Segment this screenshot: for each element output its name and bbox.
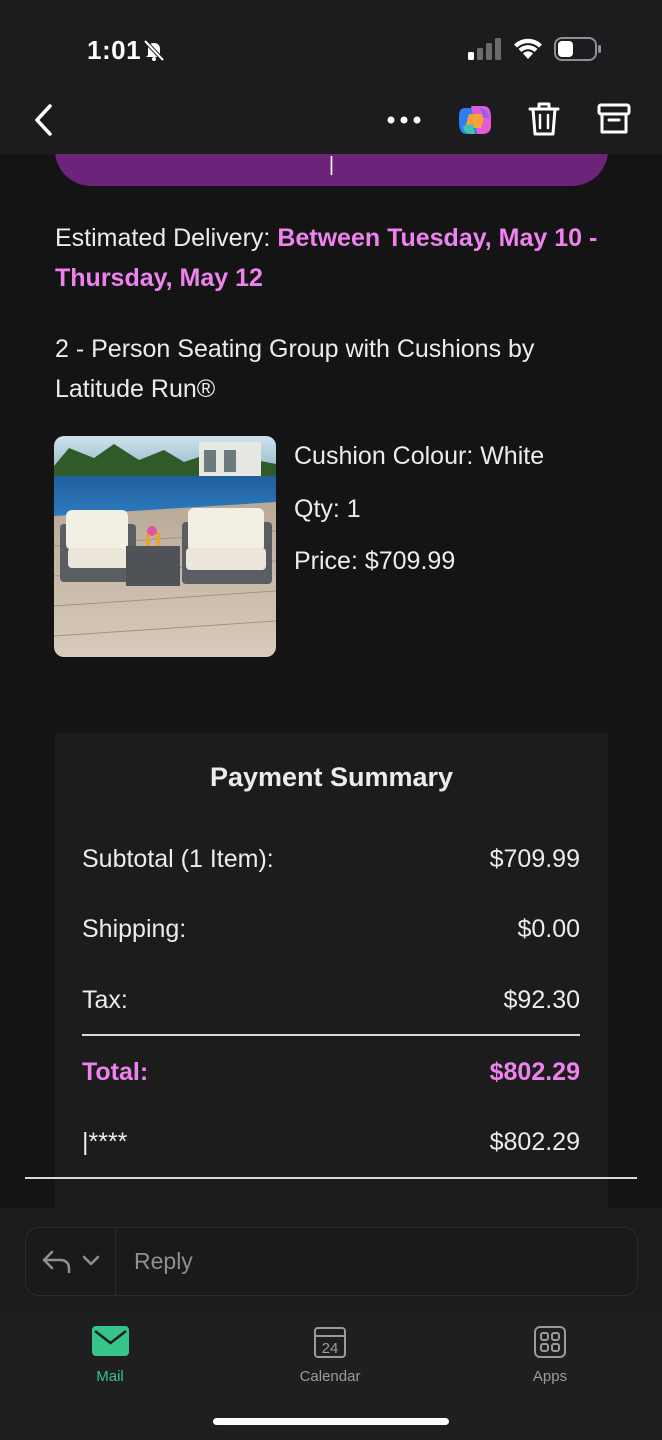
payment-summary: Payment Summary Subtotal (1 Item): $709.… bbox=[55, 733, 608, 1208]
tab-calendar[interactable]: 24 Calendar bbox=[270, 1313, 390, 1393]
delivery-label: Estimated Delivery: bbox=[55, 224, 271, 252]
battery-icon bbox=[554, 37, 601, 61]
payment-method-value: $802.29 bbox=[489, 1128, 580, 1156]
product-name[interactable]: 2 - Person Seating Group with Cushions b… bbox=[55, 329, 615, 409]
reply-area: Reply bbox=[0, 1208, 662, 1313]
reply-box[interactable]: Reply bbox=[25, 1227, 638, 1296]
email-toolbar bbox=[0, 92, 662, 154]
silent-bell-icon bbox=[143, 39, 165, 62]
product-image[interactable] bbox=[54, 436, 276, 657]
delete-trash-icon[interactable] bbox=[526, 99, 562, 139]
status-bar: 1:01 bbox=[0, 0, 662, 92]
view-order-button-label: | bbox=[328, 154, 335, 176]
more-options-icon[interactable] bbox=[384, 106, 424, 134]
tab-calendar-label: Calendar bbox=[299, 1368, 361, 1385]
subtotal-value: $709.99 bbox=[489, 845, 580, 873]
calendar-icon: 24 bbox=[314, 1327, 346, 1358]
tab-apps-label: Apps bbox=[532, 1368, 568, 1385]
payment-method-label: |**** bbox=[82, 1128, 128, 1156]
shipping-label: Shipping: bbox=[82, 915, 187, 943]
payment-method-row: |**** $802.29 bbox=[82, 1128, 580, 1157]
payment-summary-title: Payment Summary bbox=[209, 762, 454, 792]
summary-divider bbox=[82, 1034, 580, 1036]
view-order-button[interactable]: | bbox=[55, 154, 608, 186]
reply-input[interactable]: Reply bbox=[134, 1248, 193, 1275]
total-row: Total: $802.29 bbox=[82, 1058, 580, 1087]
shipping-row: Shipping: $0.00 bbox=[82, 915, 580, 944]
wifi-icon bbox=[514, 38, 542, 59]
tax-row: Tax: $92.30 bbox=[82, 986, 580, 1015]
mail-icon bbox=[92, 1326, 129, 1356]
calendar-date: 24 bbox=[322, 1340, 339, 1357]
reply-arrow-icon bbox=[42, 1250, 71, 1274]
email-body: | Estimated Delivery: Between Tuesday, M… bbox=[0, 154, 662, 1208]
content-divider bbox=[25, 1177, 637, 1179]
total-value: $802.29 bbox=[489, 1058, 580, 1086]
subtotal-row: Subtotal (1 Item): $709.99 bbox=[82, 845, 580, 874]
quantity: Qty: 1 bbox=[294, 495, 361, 523]
back-chevron-icon[interactable] bbox=[28, 100, 60, 140]
tax-value: $92.30 bbox=[503, 986, 580, 1014]
chevron-down-icon bbox=[82, 1255, 100, 1266]
tab-mail-label: Mail bbox=[96, 1368, 124, 1385]
total-label: Total: bbox=[82, 1058, 149, 1086]
tab-mail[interactable]: Mail bbox=[50, 1313, 170, 1393]
reply-options-button[interactable] bbox=[26, 1228, 116, 1295]
shipping-value: $0.00 bbox=[517, 915, 580, 943]
item-price: Price: $709.99 bbox=[294, 547, 456, 575]
tab-apps[interactable]: Apps bbox=[490, 1313, 610, 1393]
apps-grid-icon bbox=[534, 1326, 566, 1358]
copilot-icon[interactable] bbox=[455, 100, 495, 140]
cellular-signal-icon bbox=[468, 38, 501, 60]
cushion-colour: Cushion Colour: White bbox=[294, 442, 545, 470]
estimated-delivery: Estimated Delivery: Between Tuesday, May… bbox=[55, 218, 615, 298]
tax-label: Tax: bbox=[82, 986, 128, 1014]
archive-icon[interactable] bbox=[596, 99, 632, 139]
status-time: 1:01 bbox=[87, 35, 142, 65]
home-indicator[interactable] bbox=[213, 1418, 449, 1425]
subtotal-label: Subtotal (1 Item): bbox=[82, 845, 274, 873]
